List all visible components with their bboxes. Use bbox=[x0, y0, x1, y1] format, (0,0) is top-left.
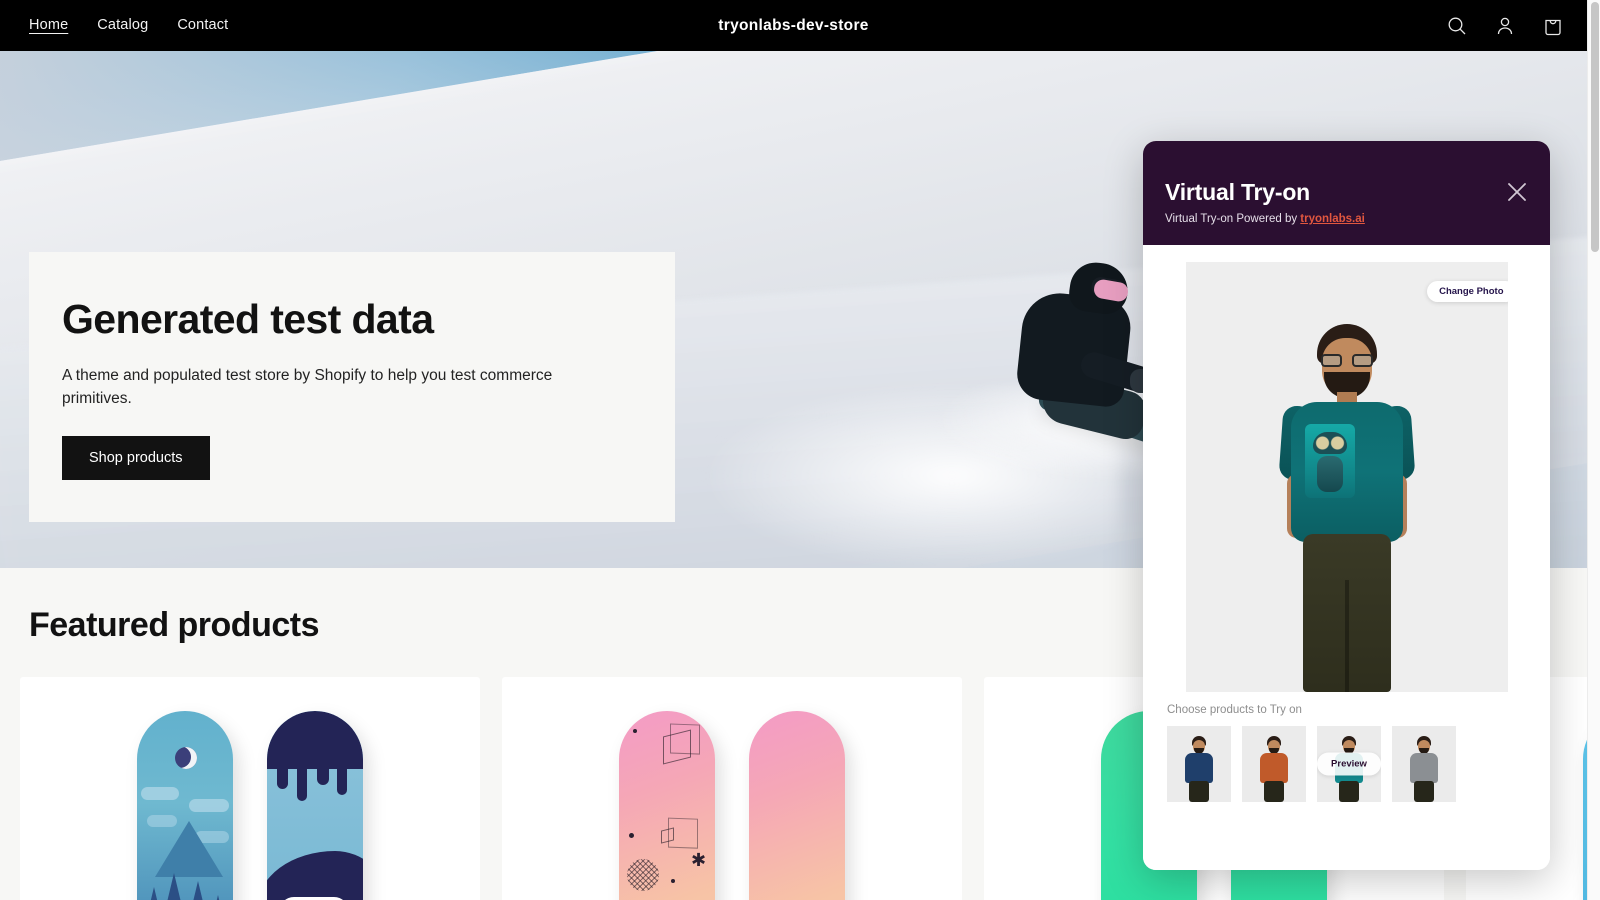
shop-products-button[interactable]: Shop products bbox=[62, 435, 210, 480]
snowboard-drip bbox=[267, 711, 363, 900]
nav-item-contact[interactable]: Contact bbox=[177, 17, 228, 35]
thumb-gray-tee[interactable] bbox=[1392, 726, 1456, 802]
page-viewport: Home Catalog Contact tryonlabs-dev-store bbox=[0, 0, 1587, 900]
search-icon[interactable] bbox=[1445, 14, 1469, 38]
powered-by-text: Virtual Try-on Powered by bbox=[1165, 213, 1301, 225]
scrollbar-thumb[interactable] bbox=[1591, 2, 1599, 252]
model-image bbox=[1267, 324, 1427, 692]
snowboard-forest bbox=[137, 711, 233, 900]
virtual-tryon-body: Change Photo Choose products to Try on P… bbox=[1143, 245, 1550, 870]
header-icon-group bbox=[1445, 14, 1565, 38]
hero-description: A theme and populated test store by Shop… bbox=[62, 367, 553, 408]
cart-icon[interactable] bbox=[1541, 14, 1565, 38]
thumb-teal-tee[interactable]: Preview bbox=[1317, 726, 1381, 802]
virtual-tryon-subtitle: Virtual Try-on Powered by tryonlabs.ai bbox=[1165, 213, 1526, 225]
snowboarder-figure bbox=[938, 259, 1176, 479]
account-icon[interactable] bbox=[1493, 14, 1517, 38]
close-icon[interactable] bbox=[1504, 179, 1530, 205]
product-thumbnail-row: Preview bbox=[1163, 726, 1530, 802]
preview-overlay-label[interactable]: Preview bbox=[1317, 752, 1381, 776]
hero-heading: Generated test data bbox=[62, 296, 434, 342]
nav-item-home[interactable]: Home bbox=[29, 17, 68, 35]
page-scrollbar[interactable] bbox=[1587, 0, 1600, 900]
virtual-tryon-title: Virtual Try-on bbox=[1165, 179, 1311, 205]
tryon-preview-stage: Change Photo bbox=[1185, 262, 1508, 692]
snowboard-pink-graphic: ✱ bbox=[619, 711, 715, 900]
thumb-rust-tee[interactable] bbox=[1242, 726, 1306, 802]
thumb-navy-tee[interactable] bbox=[1167, 726, 1231, 802]
tryonlabs-link[interactable]: tryonlabs.ai bbox=[1300, 213, 1365, 225]
virtual-tryon-header: Virtual Try-on Virtual Try-on Powered by… bbox=[1143, 141, 1550, 245]
choose-products-label: Choose products to Try on bbox=[1167, 704, 1302, 716]
product-card-2[interactable]: ✱ bbox=[502, 677, 962, 900]
page-root: Home Catalog Contact tryonlabs-dev-store bbox=[0, 0, 1600, 900]
owl-graphic bbox=[1304, 424, 1355, 498]
snowboard-pink-plain bbox=[749, 711, 845, 900]
nav-item-catalog[interactable]: Catalog bbox=[97, 17, 148, 35]
hero-card: Generated test data A theme and populate… bbox=[29, 252, 675, 522]
main-navigation: Home Catalog Contact bbox=[29, 17, 228, 35]
change-photo-button[interactable]: Change Photo bbox=[1427, 281, 1508, 302]
site-header: Home Catalog Contact tryonlabs-dev-store bbox=[0, 0, 1587, 51]
virtual-tryon-panel: Virtual Try-on Virtual Try-on Powered by… bbox=[1143, 141, 1550, 870]
store-title: tryonlabs-dev-store bbox=[718, 16, 869, 34]
product-card-1[interactable] bbox=[20, 677, 480, 900]
